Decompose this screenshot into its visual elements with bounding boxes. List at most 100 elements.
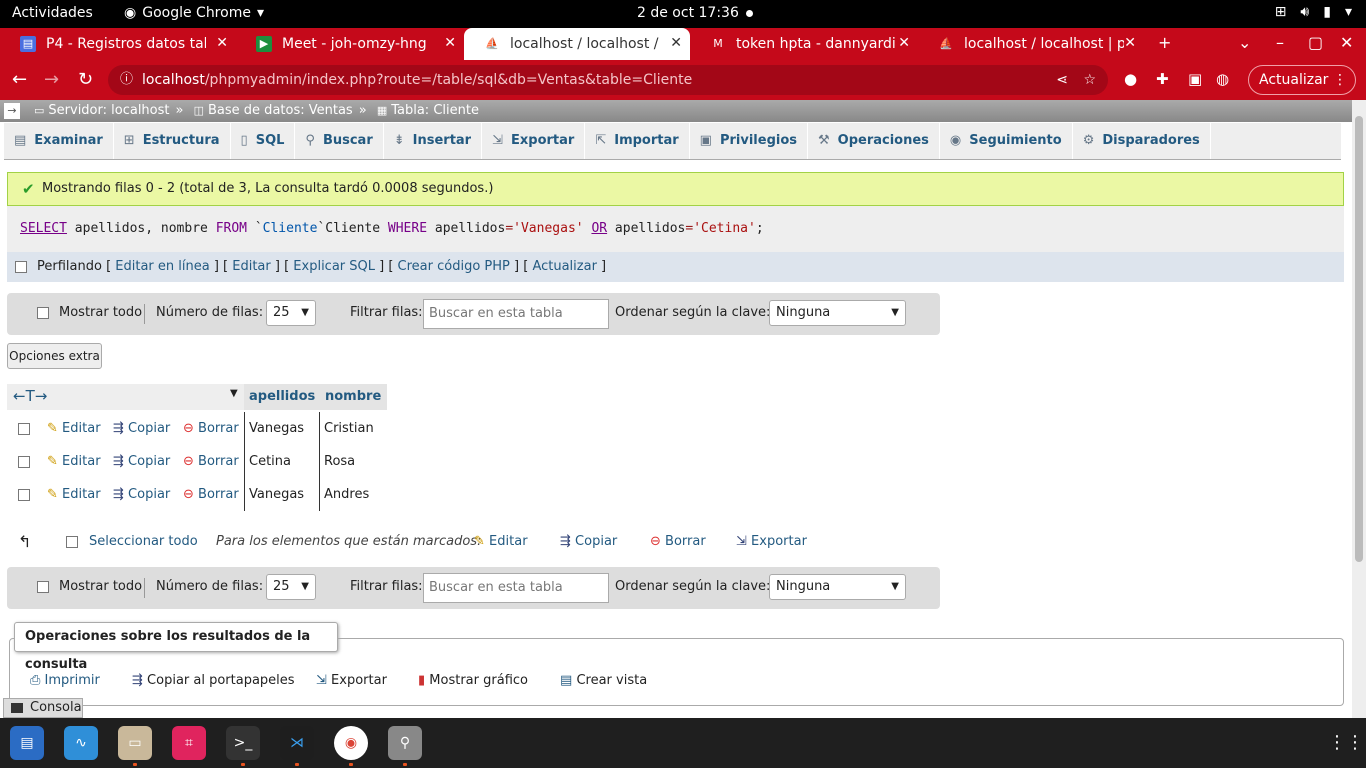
- extra-options-button[interactable]: Opciones extra: [7, 343, 102, 369]
- profiling-checkbox[interactable]: [15, 261, 27, 273]
- tab-gmail[interactable]: Mtoken hpta - dannyardila ✕: [690, 28, 918, 60]
- forward-icon[interactable]: →: [44, 69, 59, 90]
- export-results-button[interactable]: ⇲ Exportar: [316, 673, 387, 688]
- tab-estructura[interactable]: ⊞ Estructura: [114, 123, 231, 159]
- create-view-button[interactable]: ▤ Crear vista: [560, 673, 647, 688]
- terminal-icon[interactable]: >_: [226, 726, 260, 760]
- reload-icon[interactable]: ↻: [78, 69, 93, 90]
- tab-phpmyadmin-2[interactable]: ⛵ localhost / localhost | ph ✕: [918, 28, 1144, 60]
- tab-phpmyadmin-active[interactable]: ⛵ localhost / localhost / Ve ✕: [464, 28, 690, 60]
- sort-dropdown-icon[interactable]: ▼: [230, 388, 238, 399]
- tab-seguimiento[interactable]: ◉ Seguimiento: [940, 123, 1073, 159]
- bulk-delete-button[interactable]: ⊖ Borrar: [650, 528, 706, 556]
- tab-exportar[interactable]: ⇲ Exportar: [482, 123, 586, 159]
- filter-input[interactable]: Buscar en esta tabla: [423, 299, 609, 329]
- address-bar[interactable]: ⓘ localhost/phpmyadmin/index.php?route=/…: [108, 65, 1108, 95]
- minimize-icon[interactable]: –: [1276, 33, 1284, 52]
- clock[interactable]: 2 de oct 17:36: [637, 5, 739, 21]
- cell-apellidos[interactable]: Vanegas: [244, 412, 320, 445]
- app-menu[interactable]: ◉ Google Chrome ▾: [124, 5, 264, 21]
- refresh-link[interactable]: Actualizar: [532, 259, 596, 274]
- system-tray[interactable]: ⊞ 🔊︎ ▮ ▾: [1275, 4, 1352, 20]
- breadcrumb-server[interactable]: Servidor: localhost: [48, 103, 169, 118]
- bulk-export-button[interactable]: ⇲ Exportar: [736, 528, 807, 556]
- files-icon[interactable]: ▭: [118, 726, 152, 760]
- copy-row-button[interactable]: ⇶ Copiar: [113, 478, 170, 511]
- row-checkbox[interactable]: [18, 489, 30, 501]
- explain-sql-link[interactable]: Explicar SQL: [293, 259, 375, 274]
- share-icon[interactable]: ⋖: [1056, 65, 1068, 95]
- select-all-checkbox[interactable]: [66, 536, 78, 548]
- tab-search-icon[interactable]: ⌄: [1238, 33, 1251, 52]
- vscode-icon[interactable]: ⋊: [280, 726, 314, 760]
- close-icon[interactable]: ✕: [1124, 35, 1136, 51]
- create-php-link[interactable]: Crear código PHP: [398, 259, 510, 274]
- bulk-edit-button[interactable]: ✎ Editar: [474, 528, 528, 556]
- show-all-checkbox[interactable]: [37, 581, 49, 593]
- edit-inline-link[interactable]: Editar en línea: [115, 259, 209, 274]
- extension-icon[interactable]: ●: [1124, 70, 1137, 88]
- page-scrollbar[interactable]: [1352, 100, 1366, 718]
- tab-privilegios[interactable]: ▣ Privilegios: [690, 123, 808, 159]
- delete-row-button[interactable]: ⊖ Borrar: [183, 412, 239, 445]
- rows-select[interactable]: 25 ▼: [266, 300, 316, 326]
- activities-button[interactable]: Actividades: [12, 5, 93, 21]
- tab-importar[interactable]: ⇱ Importar: [585, 123, 690, 159]
- close-icon[interactable]: ✕: [216, 35, 228, 51]
- show-chart-button[interactable]: ▮ Mostrar gráfico: [418, 673, 528, 688]
- row-checkbox[interactable]: [18, 456, 30, 468]
- cell-apellidos[interactable]: Cetina: [244, 445, 320, 478]
- tab-registros[interactable]: ▤ P4 - Registros datos tabl ✕: [0, 28, 236, 60]
- edit-row-button[interactable]: ✎ Editar: [47, 412, 101, 445]
- column-arrows[interactable]: ←T→: [13, 387, 47, 405]
- tab-operaciones[interactable]: ⚒ Operaciones: [808, 123, 940, 159]
- writer-icon[interactable]: ▤: [10, 726, 44, 760]
- edit-row-button[interactable]: ✎ Editar: [47, 445, 101, 478]
- scrollbar-thumb[interactable]: [1355, 116, 1363, 562]
- select-all-link[interactable]: Seleccionar todo: [89, 528, 198, 556]
- bulk-copy-button[interactable]: ⇶ Copiar: [560, 528, 617, 556]
- column-header-nombre[interactable]: nombre: [320, 384, 387, 410]
- app-grid-icon[interactable]: ⋮⋮⋮: [1328, 732, 1366, 753]
- chrome-icon[interactable]: ◉: [334, 726, 368, 760]
- bookmark-star-icon[interactable]: ☆: [1083, 65, 1096, 95]
- cell-nombre[interactable]: Cristian: [320, 412, 387, 445]
- update-button[interactable]: Actualizar ⋮: [1248, 65, 1356, 95]
- copy-clipboard-button[interactable]: ⇶ Copiar al portapapeles: [132, 673, 295, 688]
- rows-select[interactable]: 25 ▼: [266, 574, 316, 600]
- monitor-icon[interactable]: ∿: [64, 726, 98, 760]
- search-tool-icon[interactable]: ⚲: [388, 726, 422, 760]
- breadcrumb-database[interactable]: Base de datos: Ventas: [208, 103, 353, 118]
- tab-disparadores[interactable]: ⚙ Disparadores: [1073, 123, 1211, 159]
- copy-row-button[interactable]: ⇶ Copiar: [113, 445, 170, 478]
- tab-examinar[interactable]: ▤ Examinar: [4, 123, 114, 159]
- edit-link[interactable]: Editar: [232, 259, 271, 274]
- tab-sql[interactable]: ▯ SQL: [231, 123, 296, 159]
- new-tab-icon[interactable]: +: [1158, 33, 1171, 52]
- show-all-checkbox[interactable]: [37, 307, 49, 319]
- close-icon[interactable]: ✕: [444, 35, 456, 51]
- side-panel-icon[interactable]: ▣: [1188, 70, 1202, 88]
- puzzle-icon[interactable]: ✚: [1156, 70, 1169, 88]
- site-info-icon[interactable]: ⓘ: [120, 65, 133, 95]
- close-icon[interactable]: ✕: [898, 35, 910, 51]
- tab-buscar[interactable]: ⚲ Buscar: [295, 123, 384, 159]
- window-close-icon[interactable]: ✕: [1340, 33, 1353, 52]
- delete-row-button[interactable]: ⊖ Borrar: [183, 478, 239, 511]
- breadcrumb-table[interactable]: Tabla: Cliente: [391, 103, 479, 118]
- row-checkbox[interactable]: [18, 423, 30, 435]
- cell-apellidos[interactable]: Vanegas: [244, 478, 320, 511]
- cell-nombre[interactable]: Rosa: [320, 445, 387, 478]
- delete-row-button[interactable]: ⊖ Borrar: [183, 445, 239, 478]
- collapse-nav-icon[interactable]: →: [4, 103, 20, 119]
- sort-select[interactable]: Ninguna ▼: [769, 574, 906, 600]
- screenshot-icon[interactable]: ⌗: [172, 726, 206, 760]
- edit-row-button[interactable]: ✎ Editar: [47, 478, 101, 511]
- tab-meet[interactable]: ▶ Meet - joh-omzy-hng ✕: [236, 28, 464, 60]
- console-button[interactable]: Consola: [3, 698, 83, 718]
- filter-input[interactable]: Buscar en esta tabla: [423, 573, 609, 603]
- copy-row-button[interactable]: ⇶ Copiar: [113, 412, 170, 445]
- avatar[interactable]: ◍: [1216, 70, 1229, 88]
- back-icon[interactable]: ←: [12, 69, 27, 90]
- sort-select[interactable]: Ninguna ▼: [769, 300, 906, 326]
